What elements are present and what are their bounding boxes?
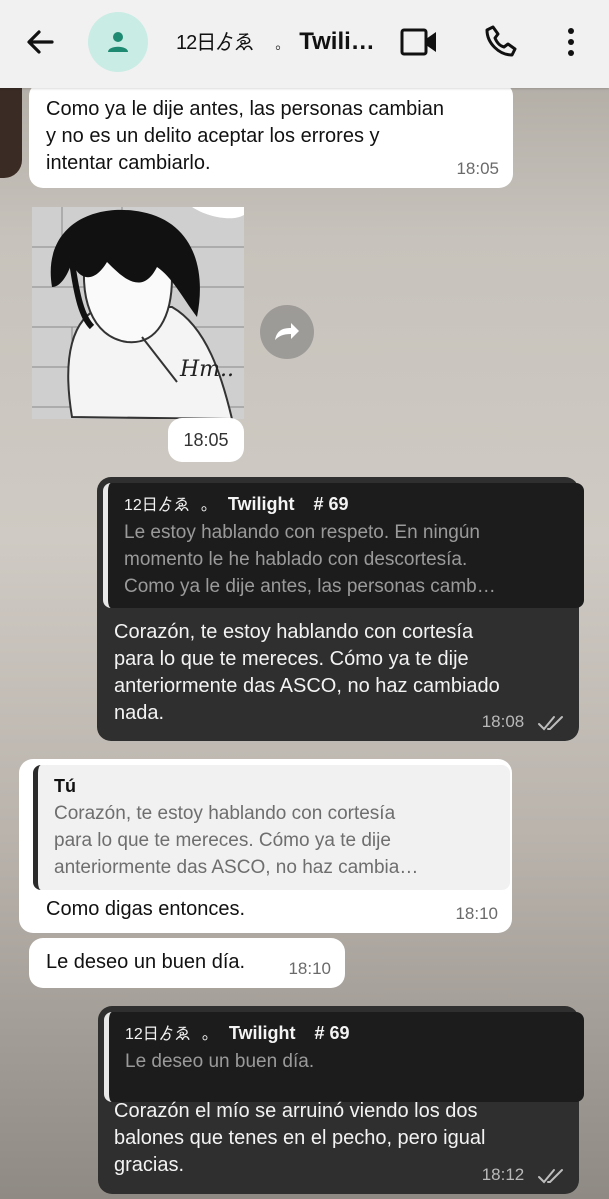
image-message-time: 18:05 bbox=[168, 418, 244, 462]
double-check-icon bbox=[538, 715, 563, 730]
more-options-icon[interactable] bbox=[560, 24, 582, 65]
message-text: Le deseo un buen día. bbox=[46, 951, 246, 973]
quote-author: Tú bbox=[54, 776, 76, 796]
contact-name-text: Twili… bbox=[299, 28, 375, 55]
image-signature: Hm.. bbox=[180, 357, 235, 382]
quote-author: 12日ゟゑ 。 Twilight # 69 bbox=[124, 491, 572, 519]
message-time: 18:05 bbox=[456, 159, 499, 178]
quoted-message[interactable]: 12日ゟゑ 。 Twilight # 69 Le deseo un buen d… bbox=[104, 1012, 584, 1102]
quote-author-glyph: 12日ゟゑ bbox=[124, 497, 190, 514]
quoted-message[interactable]: 12日ゟゑ 。 Twilight # 69 Le estoy hablando … bbox=[103, 483, 584, 608]
outgoing-message[interactable]: 12日ゟゑ 。 Twilight # 69 Le deseo un buen d… bbox=[98, 1006, 584, 1194]
message-text: Como digas entonces. bbox=[46, 898, 246, 920]
quote-author: 12日ゟゑ 。 Twilight # 69 bbox=[125, 1020, 572, 1048]
manga-character-image bbox=[32, 207, 244, 419]
message-time: 18:08 bbox=[481, 712, 525, 731]
quote-author-tag: # 69 bbox=[314, 1023, 350, 1043]
message-time: 18:10 bbox=[288, 959, 331, 978]
quote-author-dots: 。 bbox=[201, 1026, 218, 1043]
contact-avatar[interactable] bbox=[88, 12, 148, 72]
outgoing-message[interactable]: 12日ゟゑ 。 Twilight # 69 Le estoy hablando … bbox=[97, 477, 584, 741]
message-time-with-status: 18:12 bbox=[482, 1161, 565, 1188]
quote-author-glyph: 12日ゟゑ bbox=[125, 1026, 191, 1043]
message-time: 18:12 bbox=[481, 1165, 525, 1184]
message-time-with-status: 18:08 bbox=[482, 708, 565, 735]
double-check-icon bbox=[538, 1168, 563, 1183]
quoted-message[interactable]: Tú Corazón, te estoy hablando con cortes… bbox=[33, 765, 510, 890]
quote-text: Le deseo un buen día. bbox=[125, 1051, 315, 1072]
contact-name-glyph: 12日ゟゑ bbox=[176, 32, 254, 54]
incoming-message[interactable]: Le deseo un buen día. 18:10 bbox=[29, 938, 345, 988]
background-photo-edge bbox=[0, 88, 22, 178]
quote-text: Le estoy hablando con respeto. En ningún… bbox=[124, 522, 496, 597]
message-text: Corazón el mío se arruinó viendo los dos… bbox=[114, 1100, 486, 1176]
message-time: 18:10 bbox=[455, 904, 498, 923]
incoming-message[interactable]: Tú Corazón, te estoy hablando con cortes… bbox=[19, 759, 512, 933]
contact-name[interactable]: 12日ゟゑ 。 Twili… bbox=[176, 26, 375, 56]
image-message[interactable]: Hm.. bbox=[32, 207, 244, 419]
contact-name-dots: 。 bbox=[275, 36, 290, 52]
back-arrow-icon[interactable] bbox=[22, 24, 58, 60]
chat-header: 12日ゟゑ 。 Twili… bbox=[0, 0, 609, 88]
video-call-icon[interactable] bbox=[400, 26, 438, 63]
quote-author-name: Twilight bbox=[228, 1023, 296, 1043]
forward-icon[interactable] bbox=[260, 305, 314, 359]
person-icon bbox=[108, 32, 128, 52]
quote-author-dots: 。 bbox=[200, 497, 217, 514]
message-text: Corazón, te estoy hablando con cortesía … bbox=[114, 621, 500, 724]
quote-author-name: Twilight bbox=[227, 494, 295, 514]
quote-author-tag: # 69 bbox=[313, 494, 349, 514]
phone-call-icon[interactable] bbox=[484, 24, 518, 63]
quote-text: Corazón, te estoy hablando con cortesía … bbox=[54, 803, 419, 878]
incoming-message[interactable]: Como ya le dije antes, las personas camb… bbox=[29, 82, 513, 188]
message-text: Como ya le dije antes, las personas camb… bbox=[46, 98, 444, 174]
